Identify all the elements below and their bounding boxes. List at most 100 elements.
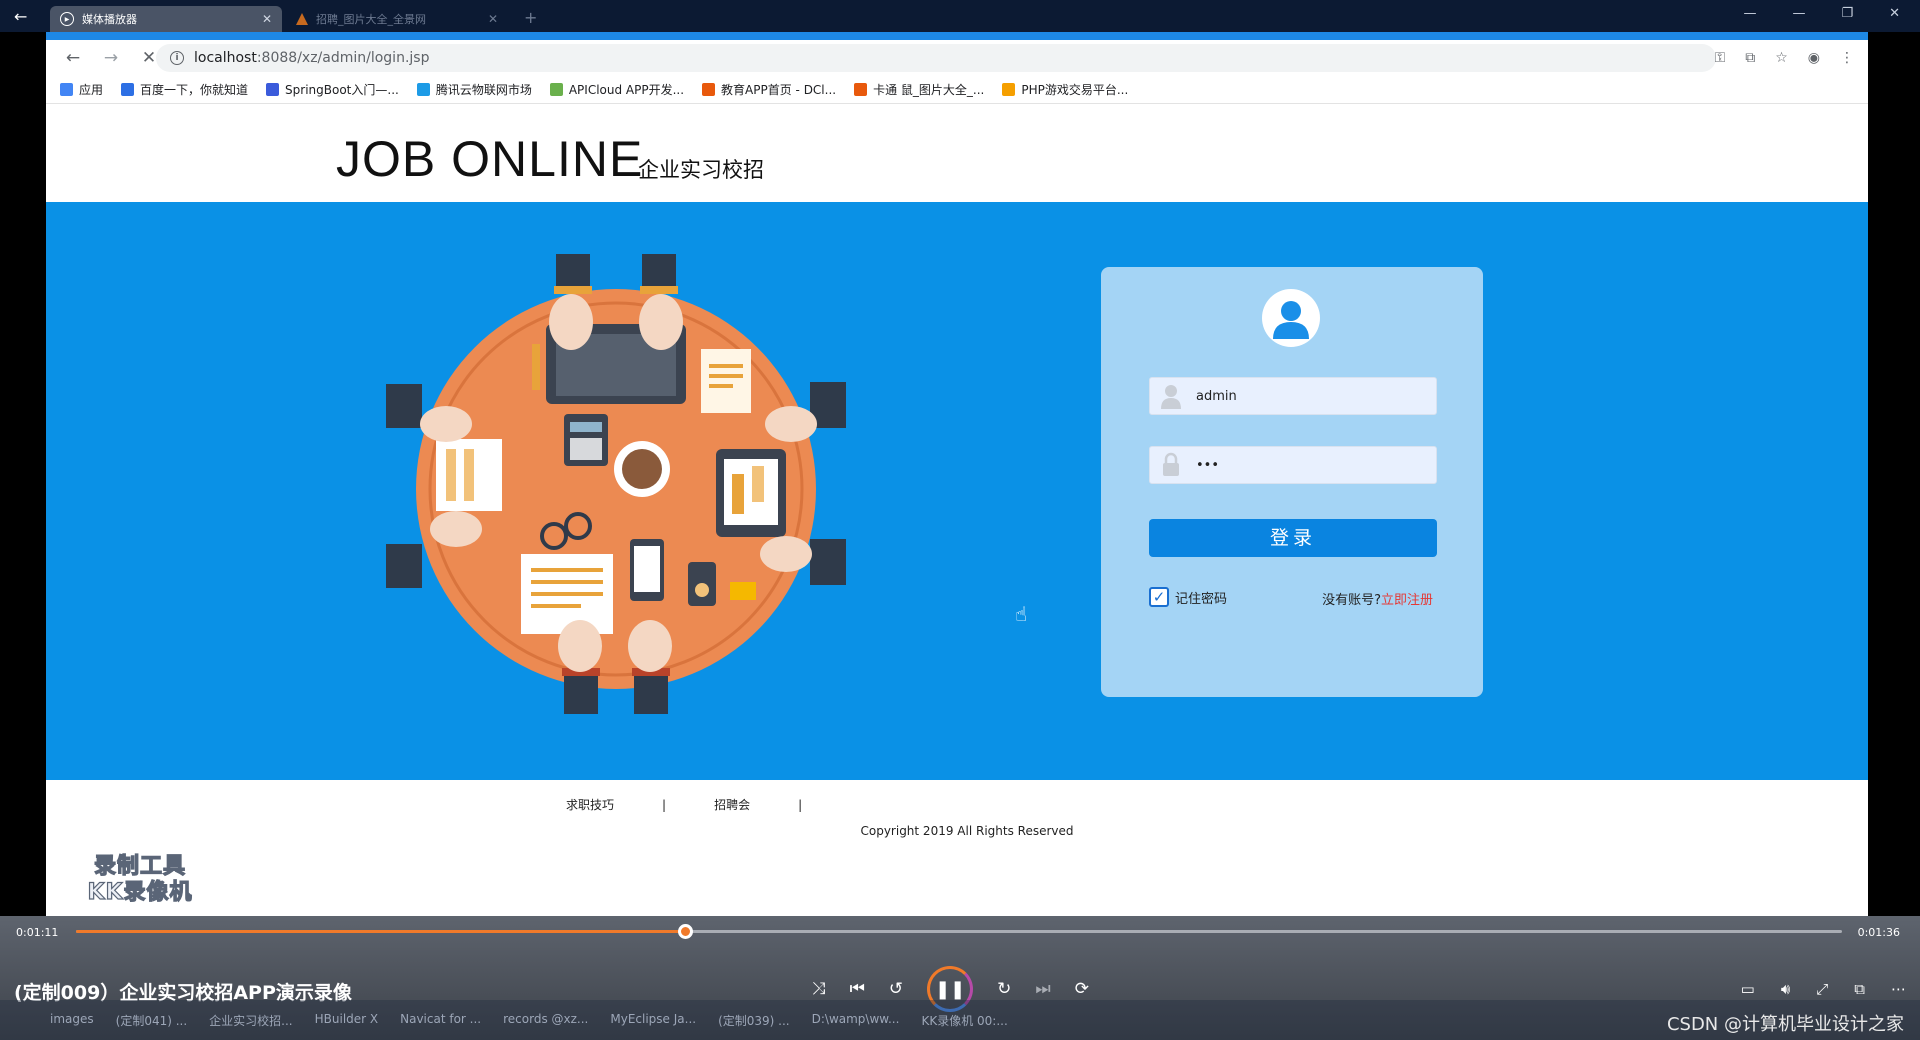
- rewind-10-icon[interactable]: ↺: [889, 979, 903, 999]
- bookmark-favicon-icon: [549, 83, 563, 96]
- player-right-controls: ▭ 🔊︎ ⤢ ⧉ ⋯: [1741, 980, 1906, 998]
- star-icon[interactable]: ☆: [1775, 50, 1788, 66]
- bookmark-favicon-icon: [702, 83, 716, 96]
- mini-player-icon[interactable]: ⧉: [1854, 980, 1865, 998]
- taskbar-item[interactable]: KK录像机 00:...: [921, 1012, 1007, 1029]
- tab2-title: 招聘_图片大全_全景网: [316, 13, 426, 26]
- shuffle-icon[interactable]: ⤨: [812, 979, 826, 999]
- restore-icon[interactable]: ❐: [1841, 6, 1853, 21]
- bookmark-item[interactable]: APICloud APP开发...: [549, 81, 684, 98]
- translate-icon[interactable]: ⧉: [1745, 50, 1755, 66]
- player-title-bar: ← ▶ 媒体播放器 ✕ 招聘_图片大全_全景网 ✕ + — — ❐ ✕: [0, 0, 1920, 32]
- taskbar-item[interactable]: (定制041) ...: [116, 1012, 188, 1029]
- sticky-note: [730, 582, 756, 600]
- bookmark-label: 应用: [79, 83, 104, 97]
- browser-top-strip: [46, 32, 1868, 40]
- remember-checkbox[interactable]: ✓: [1149, 587, 1169, 607]
- password-value: •••: [1196, 457, 1220, 473]
- previous-icon[interactable]: ⏮: [850, 979, 865, 999]
- taskbar: images (定制041) ... 企业实习校招... HBuilder X Navi…: [0, 1000, 1920, 1040]
- taskbar-item[interactable]: 企业实习校招...: [209, 1012, 292, 1029]
- close-icon[interactable]: ✕: [262, 12, 272, 26]
- no-account-text: 没有账号?: [1322, 593, 1381, 608]
- minimize-icon[interactable]: —: [1792, 6, 1805, 21]
- footer-link-tips[interactable]: 求职技巧: [566, 796, 614, 813]
- watermark-line2: KK录像机: [87, 879, 193, 905]
- bookmark-favicon-icon: [416, 83, 430, 96]
- volume-icon[interactable]: 🔊︎: [1781, 980, 1790, 998]
- seek-handle[interactable]: [678, 924, 694, 939]
- browser-tab-background[interactable]: 招聘_图片大全_全景网 ✕: [286, 6, 506, 32]
- taskbar-item[interactable]: records @xz...: [503, 1012, 588, 1029]
- new-tab-plus-icon[interactable]: +: [524, 8, 537, 27]
- profile-icon[interactable]: ◉: [1808, 50, 1820, 66]
- footer-link-jobfair[interactable]: 招聘会: [714, 796, 750, 813]
- taskbar-item[interactable]: images: [50, 1012, 94, 1029]
- register-prompt: 没有账号?立即注册: [1322, 589, 1433, 608]
- login-button[interactable]: 登录: [1149, 519, 1437, 557]
- password-field[interactable]: •••: [1149, 446, 1437, 484]
- seek-bar[interactable]: [76, 924, 1842, 939]
- username-value: admin: [1196, 388, 1237, 404]
- register-link[interactable]: 立即注册: [1381, 593, 1433, 608]
- bookmark-item[interactable]: PHP游戏交易平台...: [1002, 81, 1128, 98]
- close-icon[interactable]: ✕: [488, 12, 498, 26]
- window-controls: — — ❐ ✕: [1743, 6, 1900, 21]
- more-icon[interactable]: ⋯: [1891, 980, 1906, 998]
- menu-dots-icon[interactable]: ⋮: [1840, 50, 1854, 66]
- document: [701, 349, 751, 413]
- bookmark-label: 百度一下，你就知道: [140, 83, 249, 97]
- seek-bar-progress: [76, 930, 686, 933]
- hand: [558, 620, 602, 672]
- forward-icon[interactable]: →: [100, 48, 122, 68]
- hand: [628, 620, 672, 672]
- bookmark-item[interactable]: 腾讯云物联网市场: [416, 81, 532, 98]
- bookmark-favicon-icon: [266, 83, 280, 96]
- time-current: 0:01:11: [16, 926, 59, 939]
- site-header: JOB ONLINE 企业实习校招: [46, 106, 1868, 202]
- sleeve-left: [386, 384, 422, 428]
- subtitles-icon[interactable]: ▭: [1741, 980, 1755, 998]
- repeat-icon[interactable]: ⟳: [1075, 979, 1089, 999]
- recorder-watermark: 录制工具 KK录像机: [70, 853, 210, 906]
- bookmark-item[interactable]: 教育APP首页 - DCl...: [702, 81, 836, 98]
- taskbar-item[interactable]: D:\wamp\ww...: [812, 1012, 900, 1029]
- cuff: [640, 286, 678, 294]
- address-bar-actions: ⚿ ⧉ ☆ ◉ ⋮: [1715, 50, 1854, 66]
- site-favicon-icon: [296, 13, 308, 25]
- sleeve-bottom: [634, 674, 668, 714]
- next-icon[interactable]: ⏭: [1035, 979, 1050, 999]
- hand: [639, 294, 683, 350]
- cuff: [554, 286, 592, 294]
- url-input[interactable]: i localhost:8088/xz/admin/login.jsp: [156, 44, 1716, 72]
- bookmarks-bar: 应用 百度一下，你就知道 SpringBoot入门—... 腾讯云物联网市场 APICl…: [46, 76, 1868, 104]
- back-arrow-icon[interactable]: ←: [14, 7, 27, 26]
- bookmark-item[interactable]: 卡通 鼠_图片大全_...: [854, 81, 984, 98]
- bookmark-item[interactable]: SpringBoot入门—...: [266, 81, 399, 98]
- time-total: 0:01:36: [1857, 926, 1900, 939]
- minimize-icon[interactable]: —: [1743, 6, 1756, 21]
- forward-30-icon[interactable]: ↻: [997, 979, 1011, 999]
- logo-title: JOB ONLINE: [336, 131, 644, 187]
- fullscreen-icon[interactable]: ⤢: [1816, 980, 1828, 998]
- meeting-table-illustration: [386, 254, 846, 714]
- bookmark-label: 教育APP首页 - DCl...: [721, 83, 837, 97]
- hand: [420, 406, 472, 442]
- username-field[interactable]: admin: [1149, 377, 1437, 415]
- bookmark-item[interactable]: 百度一下，你就知道: [121, 81, 248, 98]
- key-icon[interactable]: ⚿: [1715, 50, 1726, 66]
- taskbar-item[interactable]: HBuilder X: [315, 1012, 379, 1029]
- close-icon[interactable]: ✕: [1889, 6, 1900, 21]
- remember-password[interactable]: ✓ 记住密码: [1149, 587, 1227, 607]
- player-tab-active[interactable]: ▶ 媒体播放器 ✕: [50, 6, 282, 32]
- taskbar-item[interactable]: (定制039) ...: [718, 1012, 790, 1029]
- taskbar-item[interactable]: MyEclipse Ja...: [610, 1012, 696, 1029]
- sleeve-left: [386, 544, 422, 588]
- bookmark-item[interactable]: 应用: [60, 81, 103, 98]
- csdn-watermark: CSDN @计算机毕业设计之家: [1666, 1014, 1904, 1035]
- taskbar-item[interactable]: Navicat for ...: [400, 1012, 481, 1029]
- back-icon[interactable]: ←: [62, 48, 84, 68]
- info-icon[interactable]: i: [170, 51, 184, 65]
- hand: [549, 294, 593, 350]
- bookmark-favicon-icon: [121, 83, 135, 96]
